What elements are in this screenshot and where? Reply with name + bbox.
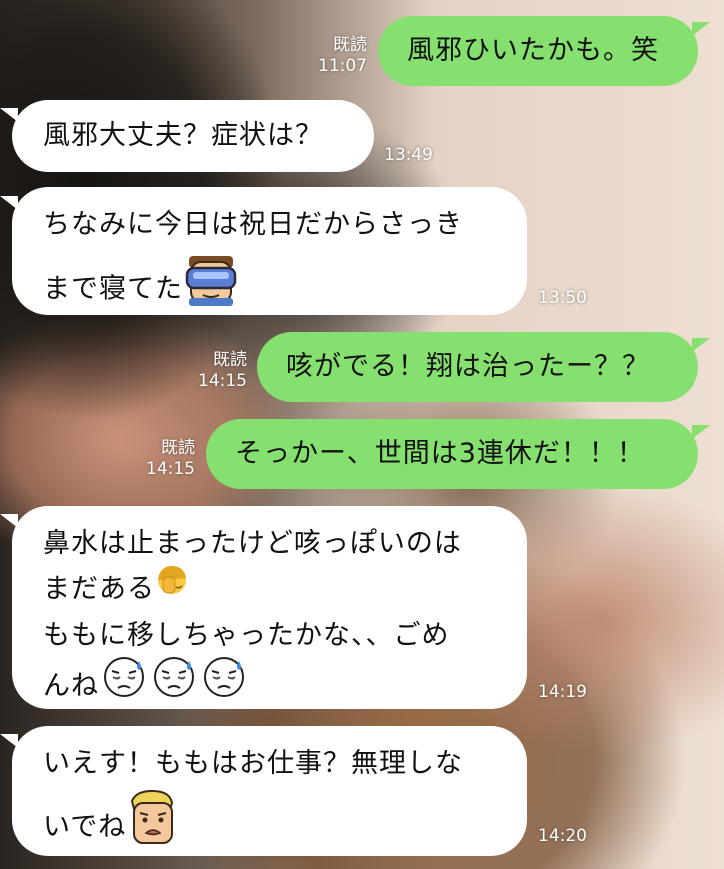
facepalm-emoji-icon — [155, 563, 189, 611]
read-receipt: 既読 — [333, 35, 367, 55]
sad-sweat-face-icon — [149, 655, 199, 713]
message-meta: 既読 11:07 — [300, 35, 367, 77]
timestamp: 13:49 — [384, 145, 433, 165]
bubble-tail — [692, 425, 710, 439]
bubble-tail — [692, 338, 710, 352]
received-message-bubble[interactable]: いえす！ももはお仕事？無理しな いでね — [12, 726, 527, 856]
received-message-bubble[interactable]: ちなみに今日は祝日だからさっき まで寝てた — [12, 187, 527, 315]
message-text-line: んね — [43, 670, 99, 702]
sent-message-bubble[interactable]: そっかー、世間は3連休だ！！！ — [206, 419, 698, 489]
shocked-face-sticker-icon — [126, 789, 178, 861]
timestamp: 11:07 — [318, 56, 367, 76]
sent-message-bubble[interactable]: 風邪ひいたかも。笑 — [378, 16, 698, 86]
timestamp: 14:20 — [538, 826, 587, 846]
message-text-line: いえす！ももはお仕事？無理しな — [43, 748, 463, 779]
sent-message-bubble[interactable]: 咳がでる！翔は治ったー？？ — [257, 332, 698, 402]
received-message-bubble[interactable]: 鼻水は止まったけど咳っぽいのは まだある ももに移しちゃったかな、、ごめ んね — [12, 506, 527, 709]
message-text-line: まだある — [43, 573, 155, 605]
sad-sweat-face-icon — [99, 655, 149, 713]
message-meta: 既読 14:15 — [128, 438, 195, 480]
message-text-line: まで寝てた — [43, 273, 183, 305]
vr-goggles-face-sticker-icon — [183, 252, 239, 322]
timestamp: 13:50 — [538, 288, 587, 308]
message-text: そっかー、世間は3連休だ！！！ — [235, 438, 645, 469]
timestamp: 14:15 — [198, 371, 247, 391]
message-meta: 既読 14:15 — [180, 350, 247, 392]
timestamp: 14:15 — [146, 459, 195, 479]
message-text: 風邪ひいたかも。笑 — [407, 35, 659, 66]
message-text-line: ももに移しちゃったかな、、ごめ — [43, 620, 450, 651]
timestamp: 14:19 — [538, 682, 587, 702]
message-text: 咳がでる！翔は治ったー？？ — [286, 351, 650, 382]
read-receipt: 既読 — [213, 350, 247, 370]
received-message-bubble[interactable]: 風邪大丈夫？症状は？ — [12, 100, 374, 172]
read-receipt: 既読 — [161, 438, 195, 458]
message-text-line: ちなみに今日は祝日だからさっき — [43, 209, 463, 240]
sad-sweat-face-icon — [199, 655, 249, 713]
message-text-line: いでね — [43, 811, 127, 843]
bubble-tail — [692, 22, 710, 36]
message-text: 風邪大丈夫？症状は？ — [43, 120, 323, 151]
message-text-line: 鼻水は止まったけど咳っぽいのは — [43, 528, 462, 559]
